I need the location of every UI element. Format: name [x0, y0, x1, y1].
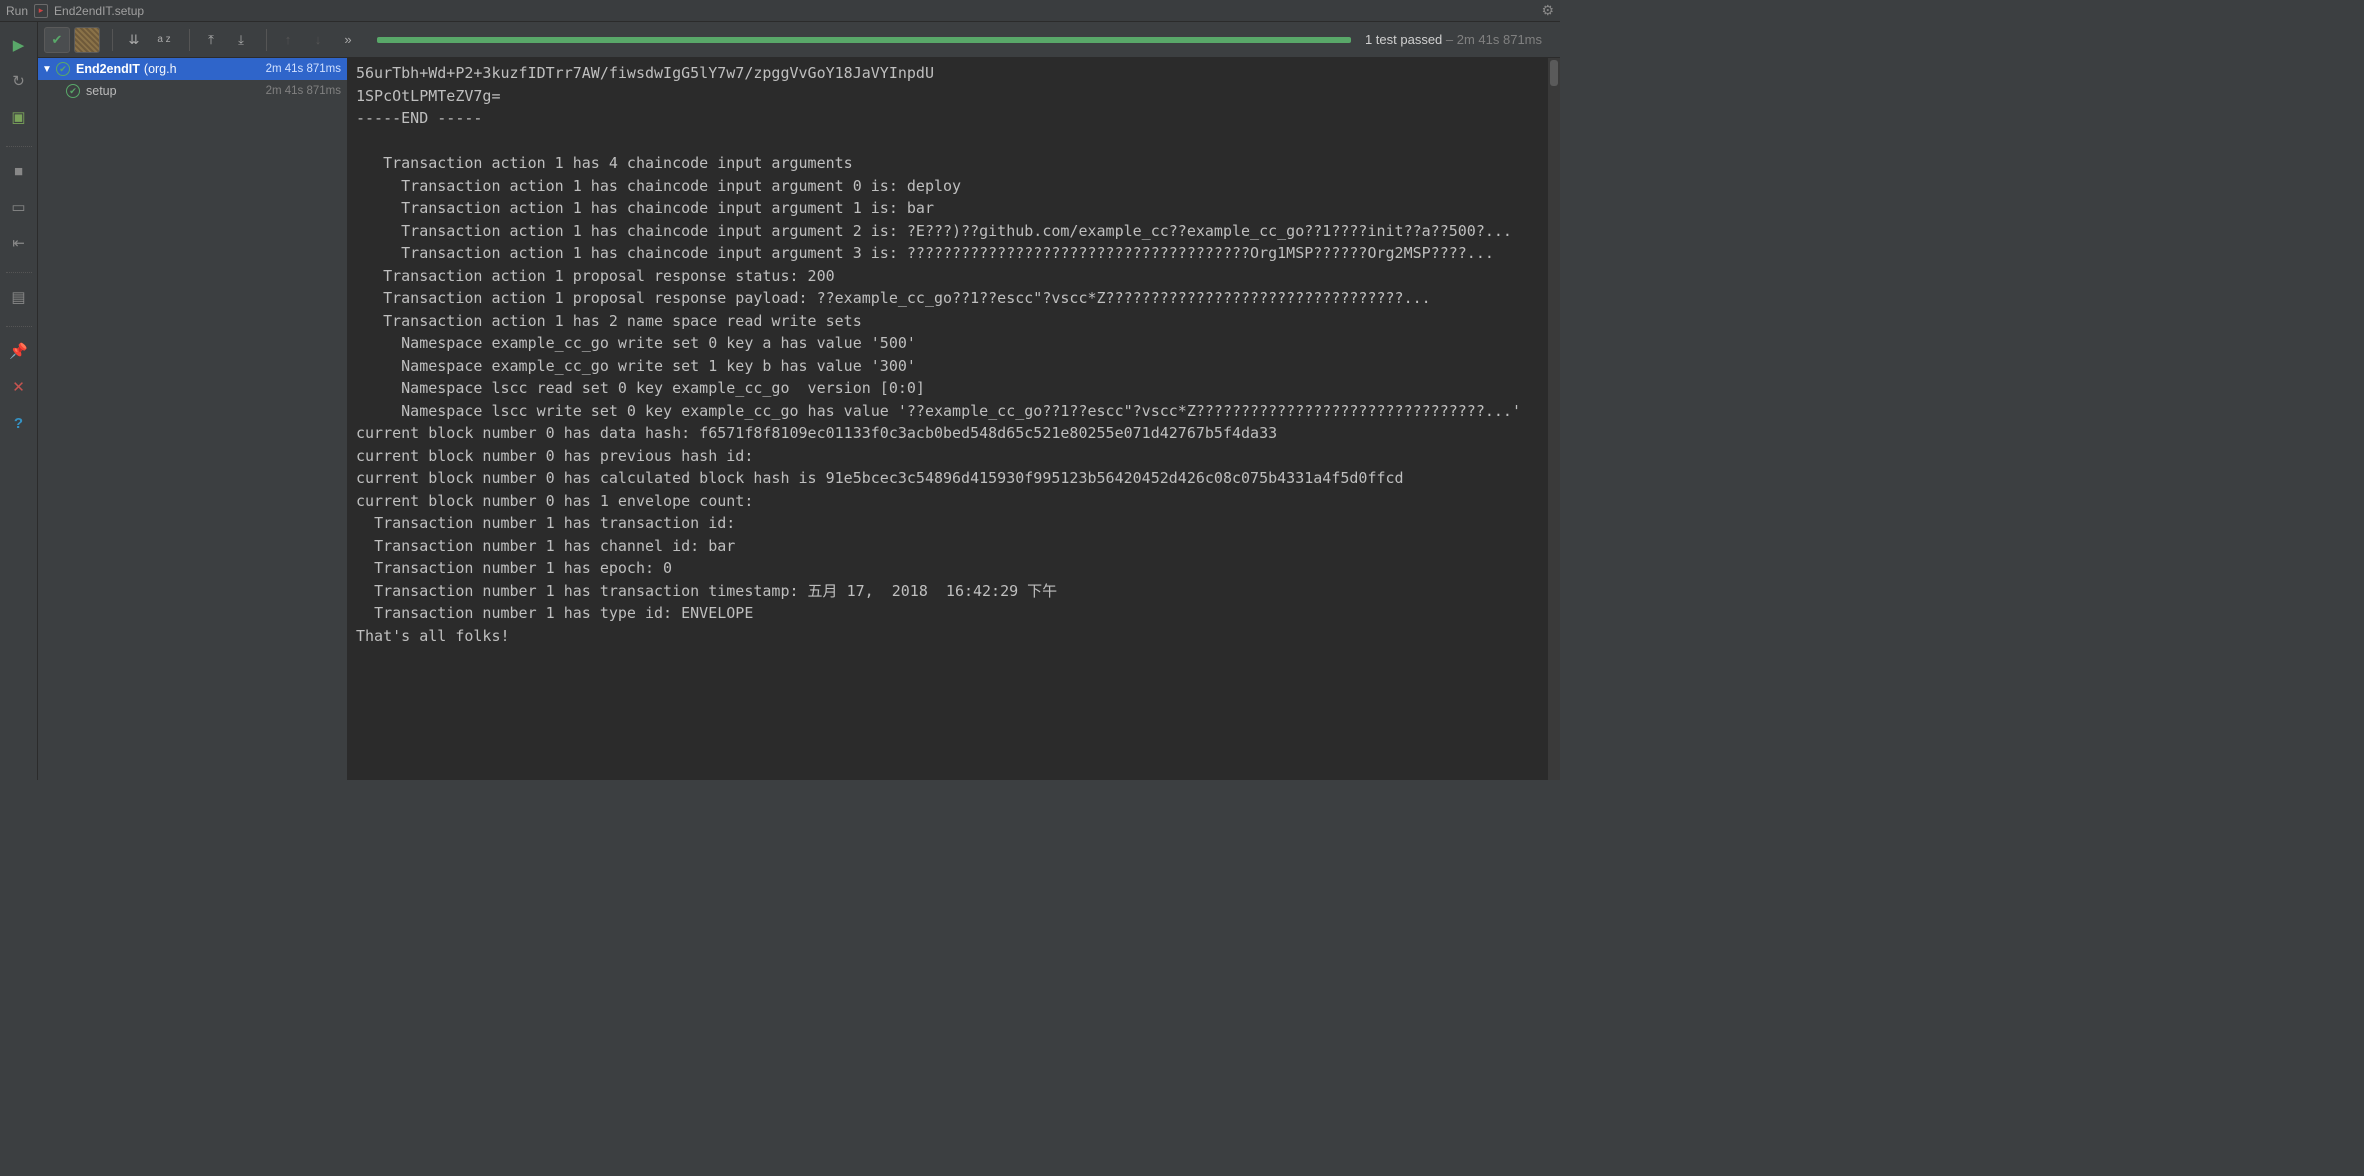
- scrollbar-vertical[interactable]: [1548, 58, 1560, 780]
- pin-icon[interactable]: 📌: [8, 340, 30, 362]
- dump-icon[interactable]: ▭: [8, 196, 30, 218]
- layout-icon[interactable]: ▤: [8, 286, 30, 308]
- toggle-icon[interactable]: ▣: [8, 106, 30, 128]
- tests-time: – 2m 41s 871ms: [1442, 32, 1542, 47]
- close-icon[interactable]: ✕: [8, 376, 30, 398]
- pass-icon: ✔: [56, 62, 70, 76]
- test-class-time: 2m 41s 871ms: [266, 63, 341, 75]
- run-config-icon: ▸: [34, 4, 48, 18]
- sort-alpha-icon[interactable]: a z: [151, 27, 177, 53]
- run-label: Run: [6, 4, 28, 18]
- chevron-down-icon[interactable]: ▼: [42, 64, 56, 75]
- prev-icon[interactable]: ↑: [275, 27, 301, 53]
- left-gutter: ▶ ↻ ▣ ■ ▭ ⇤ ▤ 📌 ✕ ?: [0, 22, 38, 780]
- console-text: 56urTbh+Wd+P2+3kuzfIDTrr7AW/fiwsdwIgG5lY…: [348, 58, 1560, 651]
- next-icon[interactable]: ↓: [305, 27, 331, 53]
- test-class-pkg: (org.h: [144, 62, 177, 76]
- tests-passed-count: 1 test passed: [1365, 32, 1442, 47]
- run-config-name: End2endIT.setup: [54, 4, 144, 18]
- test-method-time: 2m 41s 871ms: [266, 85, 341, 97]
- test-toolbar: ✔ ⇊ a z ⤒ ⤓ ↑ ↓ » 1 test passed – 2m 41s…: [38, 22, 1560, 58]
- scrollbar-thumb[interactable]: [1550, 60, 1558, 86]
- help-icon[interactable]: ?: [8, 412, 30, 434]
- show-ignored-icon[interactable]: [74, 27, 100, 53]
- test-summary: 1 test passed – 2m 41s 871ms: [1365, 32, 1542, 47]
- test-method-name: setup: [86, 84, 117, 98]
- sort-down-icon[interactable]: ⇊: [121, 27, 147, 53]
- stop-icon[interactable]: ■: [8, 160, 30, 182]
- test-tree-item[interactable]: ✔ setup 2m 41s 871ms: [38, 80, 347, 102]
- expand-all-icon[interactable]: ⤒: [198, 27, 224, 53]
- exit-icon[interactable]: ⇤: [8, 232, 30, 254]
- test-tree-root[interactable]: ▼ ✔ End2endIT (org.h 2m 41s 871ms: [38, 58, 347, 80]
- more-icon[interactable]: »: [335, 27, 361, 53]
- test-tree[interactable]: ▼ ✔ End2endIT (org.h 2m 41s 871ms ✔ setu…: [38, 58, 348, 780]
- pass-icon: ✔: [66, 84, 80, 98]
- gear-icon[interactable]: ⚙: [1541, 2, 1554, 19]
- test-class-name: End2endIT: [76, 62, 140, 76]
- show-passed-icon[interactable]: ✔: [44, 27, 70, 53]
- progress-bar: [377, 37, 1351, 43]
- console-output[interactable]: 56urTbh+Wd+P2+3kuzfIDTrr7AW/fiwsdwIgG5lY…: [348, 58, 1560, 780]
- rerun-failed-icon[interactable]: ↻: [8, 70, 30, 92]
- run-titlebar: Run ▸ End2endIT.setup ⚙: [0, 0, 1560, 22]
- rerun-icon[interactable]: ▶: [8, 34, 30, 56]
- collapse-all-icon[interactable]: ⤓: [228, 27, 254, 53]
